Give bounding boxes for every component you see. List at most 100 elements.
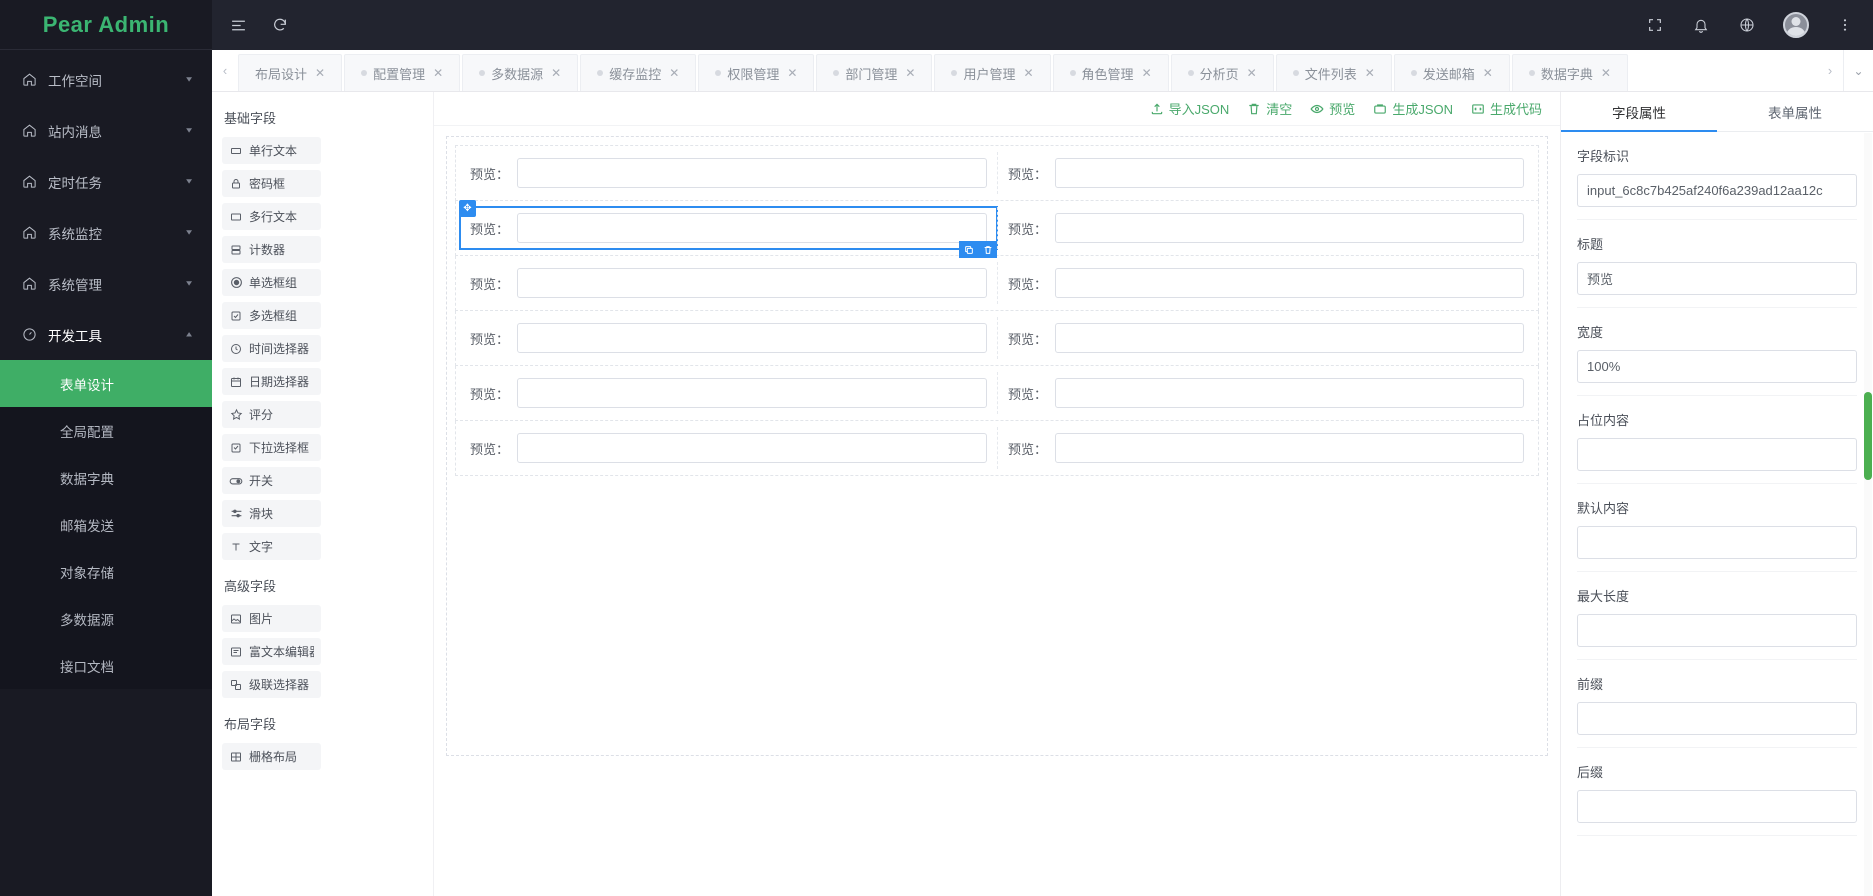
form-field-input[interactable] <box>517 433 987 463</box>
form-field-item[interactable]: 预览： <box>997 152 1534 194</box>
form-field-input[interactable] <box>517 268 987 298</box>
palette-item-counter[interactable]: 计数器 <box>222 236 321 263</box>
form-field-item[interactable]: 预览： <box>997 317 1534 359</box>
palette-item-grid-layout[interactable]: 栅格布局 <box>222 743 321 770</box>
preview-button[interactable]: 预览 <box>1310 99 1355 118</box>
sidebar-item-system-monitor[interactable]: 系统监控 ▼ <box>0 207 212 258</box>
palette-item-single-line-text[interactable]: 单行文本 <box>222 137 321 164</box>
sidebar-item-data-dictionary[interactable]: 数据字典 <box>0 454 212 501</box>
form-field-input[interactable] <box>517 213 987 243</box>
tab-close-icon[interactable]: ✕ <box>787 66 797 80</box>
generate-json-button[interactable]: 生成JSON <box>1373 99 1453 118</box>
tab-data-dictionary[interactable]: 数据字典 ✕ <box>1512 54 1628 91</box>
tab-form-properties[interactable]: 表单属性 <box>1717 92 1873 131</box>
tab-close-icon[interactable]: ✕ <box>905 66 915 80</box>
import-json-button[interactable]: 导入JSON <box>1150 99 1230 118</box>
sidebar-item-object-storage[interactable]: 对象存储 <box>0 548 212 595</box>
palette-item-password[interactable]: 密码框 <box>222 170 321 197</box>
form-field-input[interactable] <box>1055 378 1524 408</box>
placeholder-input[interactable] <box>1577 438 1857 471</box>
palette-item-switch[interactable]: 开关 <box>222 467 321 494</box>
form-field-item[interactable]: 预览： <box>460 317 997 359</box>
tab-permission-management[interactable]: 权限管理 ✕ <box>698 54 814 91</box>
menu-collapse-icon[interactable] <box>228 15 248 35</box>
globe-icon[interactable] <box>1737 15 1757 35</box>
palette-item-cascader[interactable]: 级联选择器 <box>222 671 321 698</box>
generate-code-button[interactable]: 生成代码 <box>1471 99 1542 118</box>
palette-item-date-picker[interactable]: 日期选择器 <box>222 368 321 395</box>
sidebar-item-mail-send[interactable]: 邮箱发送 <box>0 501 212 548</box>
form-field-item[interactable]: 预览： <box>997 372 1534 414</box>
suffix-input[interactable] <box>1577 790 1857 823</box>
max-length-input[interactable] <box>1577 614 1857 647</box>
tab-analysis-page[interactable]: 分析页 ✕ <box>1171 54 1274 91</box>
field-identifier-input[interactable]: input_6c8c7b425af240f6a239ad12aa12c <box>1577 174 1857 207</box>
form-field-item[interactable]: 预览： <box>460 262 997 304</box>
palette-item-slider[interactable]: 滑块 <box>222 500 321 527</box>
tab-close-icon[interactable]: ✕ <box>1601 66 1611 80</box>
palette-item-time-picker[interactable]: 时间选择器 <box>222 335 321 362</box>
palette-item-rich-text-editor[interactable]: 富文本编辑器 <box>222 638 321 665</box>
palette-item-rate[interactable]: 评分 <box>222 401 321 428</box>
sidebar-item-system-management[interactable]: 系统管理 ▼ <box>0 258 212 309</box>
bell-icon[interactable] <box>1691 15 1711 35</box>
tab-close-icon[interactable]: ✕ <box>433 66 443 80</box>
form-field-input[interactable] <box>517 378 987 408</box>
palette-item-image[interactable]: 图片 <box>222 605 321 632</box>
sidebar-item-global-config[interactable]: 全局配置 <box>0 407 212 454</box>
form-field-input[interactable] <box>1055 433 1524 463</box>
form-field-item-selected[interactable]: ✥ 预览： <box>460 207 997 249</box>
tab-close-icon[interactable]: ✕ <box>1483 66 1493 80</box>
form-field-item[interactable]: 预览： <box>997 427 1534 469</box>
form-field-item[interactable]: 预览： <box>460 152 997 194</box>
tab-role-management[interactable]: 角色管理 ✕ <box>1053 54 1169 91</box>
prefix-input[interactable] <box>1577 702 1857 735</box>
sidebar-item-multi-datasource[interactable]: 多数据源 <box>0 595 212 642</box>
tab-multi-datasource[interactable]: 多数据源 ✕ <box>462 54 578 91</box>
form-field-input[interactable] <box>1055 323 1524 353</box>
tab-department-management[interactable]: 部门管理 ✕ <box>816 54 932 91</box>
form-field-input[interactable] <box>517 158 987 188</box>
tab-send-mail[interactable]: 发送邮箱 ✕ <box>1394 54 1510 91</box>
default-value-input[interactable] <box>1577 526 1857 559</box>
tab-file-list[interactable]: 文件列表 ✕ <box>1276 54 1392 91</box>
sidebar-item-messages[interactable]: 站内消息 ▼ <box>0 105 212 156</box>
tab-close-icon[interactable]: ✕ <box>669 66 679 80</box>
form-field-item[interactable]: 预览： <box>997 207 1534 249</box>
tab-close-icon[interactable]: ✕ <box>1365 66 1375 80</box>
palette-item-select[interactable]: 下拉选择框 <box>222 434 321 461</box>
form-field-input[interactable] <box>517 323 987 353</box>
refresh-icon[interactable] <box>270 15 290 35</box>
trash-icon[interactable] <box>978 241 997 258</box>
tab-close-icon[interactable]: ✕ <box>1023 66 1033 80</box>
form-field-input[interactable] <box>1055 213 1524 243</box>
form-field-input[interactable] <box>1055 268 1524 298</box>
fullscreen-icon[interactable] <box>1645 15 1665 35</box>
palette-item-checkbox-group[interactable]: 多选框组 <box>222 302 321 329</box>
tab-close-icon[interactable]: ✕ <box>315 66 325 80</box>
palette-item-text[interactable]: 文字 <box>222 533 321 560</box>
form-field-input[interactable] <box>1055 158 1524 188</box>
form-drop-area[interactable]: 预览： 预览： ✥ 预览： <box>446 136 1548 756</box>
tab-user-management[interactable]: 用户管理 ✕ <box>934 54 1050 91</box>
palette-item-radio-group[interactable]: 单选框组 <box>222 269 321 296</box>
more-vertical-icon[interactable] <box>1835 15 1855 35</box>
title-input[interactable]: 预览 <box>1577 262 1857 295</box>
brand-logo[interactable]: Pear Admin <box>0 0 212 50</box>
tab-dropdown-button[interactable]: ⌄ <box>1843 50 1873 91</box>
clear-button[interactable]: 清空 <box>1247 99 1292 118</box>
avatar[interactable] <box>1783 12 1809 38</box>
form-field-item[interactable]: 预览： <box>460 427 997 469</box>
properties-scrollbar-track[interactable] <box>1864 133 1872 896</box>
tab-field-properties[interactable]: 字段属性 <box>1561 92 1717 131</box>
sidebar-item-api-docs[interactable]: 接口文档 <box>0 642 212 689</box>
form-field-item[interactable]: 预览： <box>460 372 997 414</box>
sidebar-item-workspace[interactable]: 工作空间 ▼ <box>0 54 212 105</box>
tab-cache-monitor[interactable]: 缓存监控 ✕ <box>580 54 696 91</box>
palette-item-multi-line-text[interactable]: 多行文本 <box>222 203 321 230</box>
tab-scroll-next-button[interactable]: › <box>1817 50 1843 91</box>
sidebar-item-scheduled-tasks[interactable]: 定时任务 ▼ <box>0 156 212 207</box>
tab-scroll-prev-button[interactable]: ‹ <box>212 50 238 91</box>
width-input[interactable]: 100% <box>1577 350 1857 383</box>
tab-layout-design[interactable]: 布局设计 ✕ <box>238 54 342 91</box>
